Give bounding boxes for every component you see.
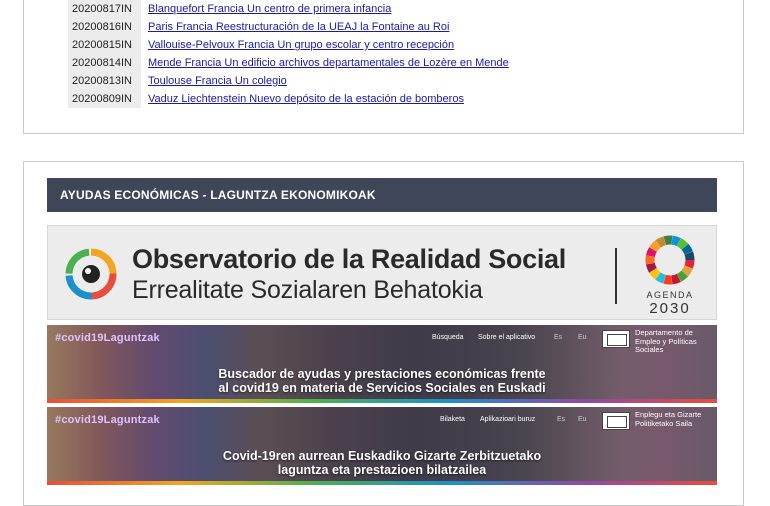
item-date: 20200815IN xyxy=(68,36,141,54)
observatorio-subtitle: Errealitate Sozialaren Behatokia xyxy=(132,276,483,304)
headline-line: Covid-19ren aurrean Euskadiko Gizarte Ze… xyxy=(222,449,542,463)
item-link[interactable]: Vallouise-Pelvoux Francia Un grupo escol… xyxy=(148,36,454,54)
item-date: 20200809IN xyxy=(68,90,141,108)
covid-hashtag: #covid19Laguntzak xyxy=(55,414,160,426)
department-name: Departamento de Empleo y Políticas Socia… xyxy=(635,328,697,354)
covid-banner-es[interactable]: #covid19Laguntzak Búsqueda Sobre el apli… xyxy=(47,325,717,403)
list-item: 20200816IN Paris Francia Reestructuració… xyxy=(68,18,668,36)
list-item: 20200809IN Vaduz Liechtenstein Nuevo dep… xyxy=(68,90,668,108)
nav-lang-es[interactable]: Es xyxy=(557,416,565,423)
item-date: 20200814IN xyxy=(68,54,141,72)
nav-search[interactable]: Bilaketa xyxy=(440,416,465,423)
nav-lang-es[interactable]: Es xyxy=(554,334,562,341)
item-date: 20200813IN xyxy=(68,72,141,90)
covid-headline: Buscador de ayudas y prestaciones económ… xyxy=(47,367,717,395)
list-item: 20200817IN Blanquefort Francia Un centro… xyxy=(68,0,668,18)
item-link[interactable]: Toulouse Francia Un colegio xyxy=(148,72,287,90)
nav-search[interactable]: Búsqueda xyxy=(432,334,464,341)
section-title: AYUDAS ECONÓMICAS - LAGUNTZA EKONOMIKOAK xyxy=(47,178,717,212)
government-logo-icon xyxy=(602,330,630,348)
observatorio-title: Observatorio de la Realidad Social xyxy=(132,244,566,274)
headline-line: al covid19 en materia de Servicios Socia… xyxy=(218,381,546,395)
observatorio-logo-icon xyxy=(65,248,117,300)
sdg-wheel-icon xyxy=(645,235,695,285)
color-strip xyxy=(47,399,717,403)
headline-line: Buscador de ayudas y prestaciones económ… xyxy=(218,367,546,381)
observatorio-banner[interactable]: Observatorio de la Realidad Social Errea… xyxy=(47,225,717,320)
item-link[interactable]: Mende Francia Un edificio archivos depar… xyxy=(148,54,509,72)
headline-line: laguntza eta prestazioen bilatzailea xyxy=(277,463,487,477)
covid-hashtag: #covid19Laguntzak xyxy=(55,332,160,344)
list-item: 20200814IN Mende Francia Un edificio arc… xyxy=(68,54,668,72)
nav-about[interactable]: Aplikazioari buruz xyxy=(480,416,535,423)
item-date: 20200816IN xyxy=(68,18,141,36)
agenda-label: AGENDA xyxy=(646,290,694,300)
nav-lang-eu[interactable]: Eu xyxy=(578,416,587,423)
nav-about[interactable]: Sobre el aplicativo xyxy=(478,334,535,341)
item-link[interactable]: Vaduz Liechtenstein Nuevo depósito de la… xyxy=(148,90,464,108)
nav-lang-eu[interactable]: Eu xyxy=(578,334,587,341)
list-item: 20200815IN Vallouise-Pelvoux Francia Un … xyxy=(68,36,668,54)
department-name: Enplegu eta Gizarte Politiketako Saila xyxy=(635,410,702,428)
covid-banner-eu[interactable]: #covid19Laguntzak Bilaketa Aplikazioari … xyxy=(47,407,717,485)
item-link[interactable]: Blanquefort Francia Un centro de primera… xyxy=(148,0,391,18)
covid-headline: Covid-19ren aurrean Euskadiko Gizarte Ze… xyxy=(47,449,717,477)
divider xyxy=(615,248,617,304)
item-link[interactable]: Paris Francia Reestructuración de la UEA… xyxy=(148,18,449,36)
list-item: 20200813IN Toulouse Francia Un colegio xyxy=(68,72,668,90)
item-date: 20200817IN xyxy=(68,0,141,18)
color-strip xyxy=(47,481,717,485)
government-logo-icon xyxy=(602,412,630,430)
agenda-year: 2030 xyxy=(649,300,691,317)
